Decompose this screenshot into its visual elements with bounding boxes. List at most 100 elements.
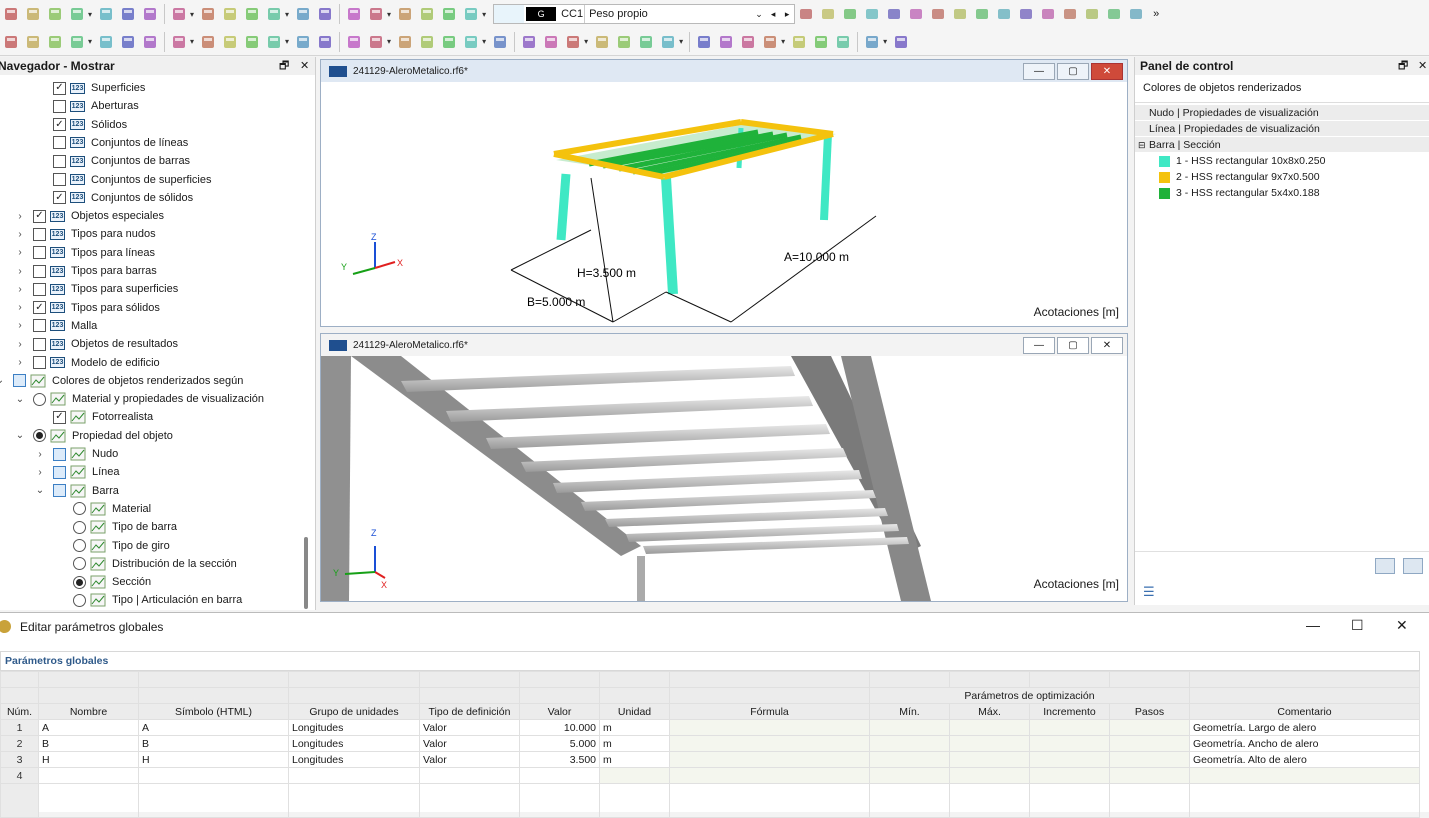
label-xxx-3-icon[interactable] — [972, 4, 992, 24]
dropdown-arrow-icon[interactable]: ▾ — [679, 37, 683, 46]
view-b-icon[interactable] — [293, 4, 313, 24]
radio-button[interactable] — [73, 593, 86, 607]
column-header[interactable]: Máx. — [949, 703, 1030, 720]
checkbox[interactable] — [53, 173, 66, 186]
chevron-down-icon[interactable]: ⌄ — [33, 485, 47, 496]
dropdown-arrow-icon[interactable]: ▾ — [88, 10, 92, 19]
column-header[interactable]: Nombre — [38, 703, 139, 720]
previous-icon[interactable]: ◂ — [766, 9, 780, 20]
cell-inc[interactable] — [1029, 719, 1110, 736]
hinge-icon[interactable] — [220, 32, 240, 52]
grid-icon[interactable] — [658, 32, 678, 52]
cell-symbol[interactable]: B — [138, 735, 289, 752]
cell-name[interactable]: H — [38, 751, 139, 768]
cell-symbol[interactable]: A — [138, 719, 289, 736]
checkbox[interactable]: ✓ — [53, 191, 66, 205]
render-view-icon[interactable] — [1104, 4, 1124, 24]
line-icon[interactable] — [23, 32, 43, 52]
column-header[interactable]: Mín. — [869, 703, 950, 720]
chevron-down-icon[interactable]: ⌄ — [13, 430, 27, 441]
new-file-icon[interactable] — [1, 4, 21, 24]
cell-min[interactable] — [869, 751, 950, 768]
view-a-icon[interactable] — [264, 4, 284, 24]
dropdown-arrow-icon[interactable]: ▾ — [482, 10, 486, 19]
cell-group[interactable] — [288, 767, 420, 784]
checkbox[interactable] — [33, 319, 46, 333]
cell-group[interactable]: Longitudes — [288, 751, 420, 768]
chevron-right-icon[interactable]: › — [13, 211, 27, 222]
redo-icon[interactable] — [242, 4, 262, 24]
cell-min[interactable] — [869, 719, 950, 736]
chevron-right-icon[interactable]: › — [13, 302, 27, 313]
cell-inc[interactable] — [1029, 735, 1110, 752]
column-header[interactable]: Comentario — [1189, 703, 1420, 720]
cell-value[interactable]: 10.000 — [519, 719, 600, 736]
surface-icon[interactable] — [67, 32, 87, 52]
close-button[interactable]: ✕ — [1091, 63, 1123, 80]
checkbox[interactable] — [33, 337, 46, 351]
opening-icon[interactable] — [118, 32, 138, 52]
close-icon[interactable]: ✕ — [1418, 57, 1427, 75]
cell-max[interactable] — [949, 719, 1030, 736]
checkbox[interactable] — [53, 484, 66, 498]
checkbox[interactable] — [53, 465, 66, 479]
photorealistic-3d-view[interactable]: Z X Y — [321, 356, 1127, 601]
checkbox[interactable] — [53, 136, 66, 150]
checkbox[interactable]: ✓ — [53, 118, 66, 132]
next-icon[interactable]: ▸ — [780, 9, 794, 20]
control-panel-row[interactable]: Línea | Propiedades de visualización — [1135, 121, 1429, 137]
section-icon[interactable] — [140, 32, 160, 52]
node-icon[interactable] — [1, 32, 21, 52]
checkbox[interactable]: ✓ — [53, 410, 66, 424]
table-icon[interactable] — [417, 4, 437, 24]
dropdown-arrow-icon[interactable]: ▾ — [190, 37, 194, 46]
script-icon[interactable] — [366, 4, 386, 24]
table-row[interactable]: 3 H H Longitudes Valor 3.500 m Geometría. Alto … — [0, 751, 1420, 768]
nodal-load-icon[interactable] — [264, 32, 284, 52]
list-view-icon[interactable]: ☰ — [1143, 584, 1155, 600]
checkbox[interactable]: ✓ — [33, 209, 46, 223]
column-header[interactable]: Pasos — [1109, 703, 1190, 720]
minimize-button[interactable]: — — [1023, 63, 1055, 80]
stress-icon[interactable] — [519, 32, 539, 52]
chevron-right-icon[interactable]: › — [13, 339, 27, 350]
grid-view-icon[interactable] — [928, 4, 948, 24]
cell-max[interactable] — [949, 735, 1030, 752]
chevron-right-icon[interactable]: › — [13, 284, 27, 295]
model-check-icon[interactable] — [67, 4, 87, 24]
cell-def[interactable]: Valor — [419, 751, 520, 768]
member-load-icon[interactable] — [315, 32, 335, 52]
member-view-icon[interactable] — [950, 4, 970, 24]
radio-button[interactable] — [73, 557, 86, 571]
viewport-window-2[interactable]: 241129-AleroMetalico.rf6* — ▢ ✕ Z X Y Ac… — [320, 333, 1128, 602]
cell-group[interactable]: Longitudes — [288, 719, 420, 736]
list-icon[interactable] — [198, 4, 218, 24]
chevron-right-icon[interactable]: › — [13, 320, 27, 331]
collapse-icon[interactable]: ⊟ — [1138, 137, 1146, 153]
cell-unit[interactable]: m — [599, 751, 670, 768]
material-icon[interactable] — [169, 32, 189, 52]
results-icon[interactable] — [461, 32, 481, 52]
cell-comment[interactable]: Geometría. Ancho de alero — [1189, 735, 1420, 752]
dialog-maximize-button[interactable]: ☐ — [1351, 617, 1364, 634]
cube-view-icon[interactable] — [906, 4, 926, 24]
view-top-icon[interactable] — [716, 32, 736, 52]
iso-view-icon[interactable] — [1060, 4, 1080, 24]
cell-formula[interactable] — [669, 767, 870, 784]
checkbox[interactable] — [33, 246, 46, 260]
checkbox[interactable] — [33, 356, 46, 369]
checkbox[interactable] — [33, 227, 46, 241]
open-folder-icon[interactable] — [23, 4, 43, 24]
render-icon[interactable] — [760, 32, 780, 52]
radio-button[interactable] — [73, 575, 86, 589]
cell-steps[interactable] — [1109, 735, 1190, 752]
chevron-down-icon[interactable]: ⌄ — [13, 394, 27, 405]
cell-max[interactable] — [949, 751, 1030, 768]
cell-unit[interactable]: m — [599, 719, 670, 736]
display-off-icon[interactable] — [796, 4, 816, 24]
line-load-icon[interactable] — [293, 32, 313, 52]
print-icon[interactable] — [118, 4, 138, 24]
cell-formula[interactable] — [669, 719, 870, 736]
chevron-right-icon[interactable]: › — [33, 467, 47, 478]
chevron-right-icon[interactable]: › — [13, 247, 27, 258]
